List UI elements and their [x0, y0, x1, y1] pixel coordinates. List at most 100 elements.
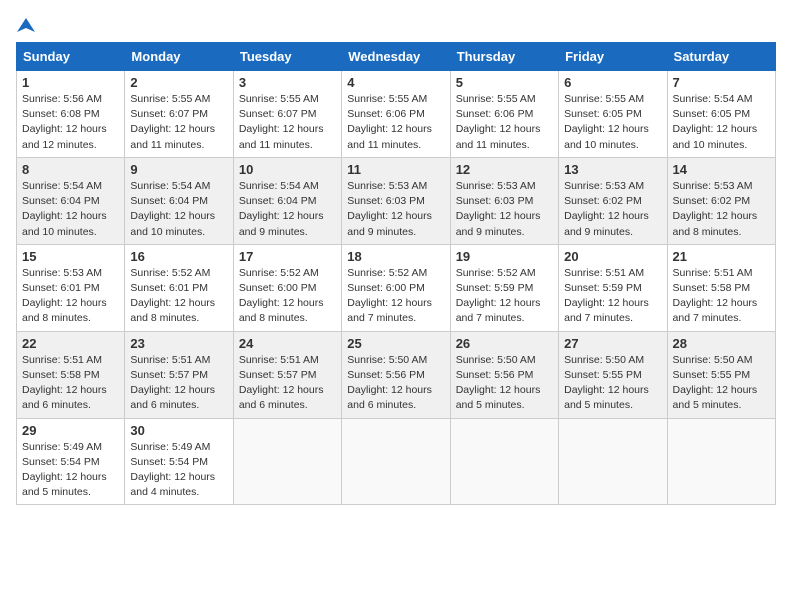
day-cell-23: 23 Sunrise: 5:51 AMSunset: 5:57 PMDaylig…	[125, 331, 233, 418]
calendar-week-1: 1 Sunrise: 5:56 AMSunset: 6:08 PMDayligh…	[17, 71, 776, 158]
day-number: 9	[130, 162, 227, 177]
day-info: Sunrise: 5:55 AMSunset: 6:06 PMDaylight:…	[347, 93, 432, 151]
day-number: 17	[239, 249, 336, 264]
day-cell-27: 27 Sunrise: 5:50 AMSunset: 5:55 PMDaylig…	[559, 331, 667, 418]
day-cell-15: 15 Sunrise: 5:53 AMSunset: 6:01 PMDaylig…	[17, 244, 125, 331]
day-number: 4	[347, 75, 444, 90]
day-number: 1	[22, 75, 119, 90]
day-number: 12	[456, 162, 553, 177]
empty-cell	[667, 418, 775, 505]
empty-cell	[233, 418, 341, 505]
day-number: 30	[130, 423, 227, 438]
day-cell-8: 8 Sunrise: 5:54 AMSunset: 6:04 PMDayligh…	[17, 157, 125, 244]
day-number: 20	[564, 249, 661, 264]
day-info: Sunrise: 5:50 AMSunset: 5:56 PMDaylight:…	[456, 354, 541, 412]
day-cell-14: 14 Sunrise: 5:53 AMSunset: 6:02 PMDaylig…	[667, 157, 775, 244]
day-number: 18	[347, 249, 444, 264]
day-cell-26: 26 Sunrise: 5:50 AMSunset: 5:56 PMDaylig…	[450, 331, 558, 418]
day-number: 5	[456, 75, 553, 90]
header-row: SundayMondayTuesdayWednesdayThursdayFrid…	[17, 43, 776, 71]
day-number: 22	[22, 336, 119, 351]
day-number: 21	[673, 249, 770, 264]
day-number: 2	[130, 75, 227, 90]
day-cell-19: 19 Sunrise: 5:52 AMSunset: 5:59 PMDaylig…	[450, 244, 558, 331]
day-cell-20: 20 Sunrise: 5:51 AMSunset: 5:59 PMDaylig…	[559, 244, 667, 331]
day-info: Sunrise: 5:52 AMSunset: 5:59 PMDaylight:…	[456, 267, 541, 325]
calendar-table: SundayMondayTuesdayWednesdayThursdayFrid…	[16, 42, 776, 505]
day-cell-21: 21 Sunrise: 5:51 AMSunset: 5:58 PMDaylig…	[667, 244, 775, 331]
day-number: 29	[22, 423, 119, 438]
calendar-week-4: 22 Sunrise: 5:51 AMSunset: 5:58 PMDaylig…	[17, 331, 776, 418]
day-cell-18: 18 Sunrise: 5:52 AMSunset: 6:00 PMDaylig…	[342, 244, 450, 331]
day-info: Sunrise: 5:55 AMSunset: 6:05 PMDaylight:…	[564, 93, 649, 151]
day-cell-28: 28 Sunrise: 5:50 AMSunset: 5:55 PMDaylig…	[667, 331, 775, 418]
day-number: 24	[239, 336, 336, 351]
day-number: 23	[130, 336, 227, 351]
day-number: 10	[239, 162, 336, 177]
day-cell-2: 2 Sunrise: 5:55 AMSunset: 6:07 PMDayligh…	[125, 71, 233, 158]
day-number: 15	[22, 249, 119, 264]
empty-cell	[342, 418, 450, 505]
column-header-sunday: Sunday	[17, 43, 125, 71]
day-info: Sunrise: 5:51 AMSunset: 5:59 PMDaylight:…	[564, 267, 649, 325]
day-cell-12: 12 Sunrise: 5:53 AMSunset: 6:03 PMDaylig…	[450, 157, 558, 244]
empty-cell	[559, 418, 667, 505]
day-number: 26	[456, 336, 553, 351]
day-info: Sunrise: 5:54 AMSunset: 6:04 PMDaylight:…	[239, 180, 324, 238]
day-cell-1: 1 Sunrise: 5:56 AMSunset: 6:08 PMDayligh…	[17, 71, 125, 158]
day-cell-9: 9 Sunrise: 5:54 AMSunset: 6:04 PMDayligh…	[125, 157, 233, 244]
day-number: 8	[22, 162, 119, 177]
day-info: Sunrise: 5:52 AMSunset: 6:01 PMDaylight:…	[130, 267, 215, 325]
day-number: 3	[239, 75, 336, 90]
column-header-saturday: Saturday	[667, 43, 775, 71]
day-number: 16	[130, 249, 227, 264]
day-cell-29: 29 Sunrise: 5:49 AMSunset: 5:54 PMDaylig…	[17, 418, 125, 505]
day-info: Sunrise: 5:51 AMSunset: 5:58 PMDaylight:…	[673, 267, 758, 325]
day-info: Sunrise: 5:53 AMSunset: 6:03 PMDaylight:…	[456, 180, 541, 238]
day-info: Sunrise: 5:56 AMSunset: 6:08 PMDaylight:…	[22, 93, 107, 151]
day-cell-24: 24 Sunrise: 5:51 AMSunset: 5:57 PMDaylig…	[233, 331, 341, 418]
column-header-tuesday: Tuesday	[233, 43, 341, 71]
day-cell-25: 25 Sunrise: 5:50 AMSunset: 5:56 PMDaylig…	[342, 331, 450, 418]
day-number: 28	[673, 336, 770, 351]
day-cell-30: 30 Sunrise: 5:49 AMSunset: 5:54 PMDaylig…	[125, 418, 233, 505]
day-info: Sunrise: 5:51 AMSunset: 5:57 PMDaylight:…	[239, 354, 324, 412]
day-info: Sunrise: 5:55 AMSunset: 6:06 PMDaylight:…	[456, 93, 541, 151]
day-info: Sunrise: 5:50 AMSunset: 5:55 PMDaylight:…	[673, 354, 758, 412]
day-cell-17: 17 Sunrise: 5:52 AMSunset: 6:00 PMDaylig…	[233, 244, 341, 331]
logo	[16, 16, 36, 34]
day-info: Sunrise: 5:53 AMSunset: 6:02 PMDaylight:…	[673, 180, 758, 238]
calendar-week-2: 8 Sunrise: 5:54 AMSunset: 6:04 PMDayligh…	[17, 157, 776, 244]
column-header-monday: Monday	[125, 43, 233, 71]
day-number: 14	[673, 162, 770, 177]
day-cell-22: 22 Sunrise: 5:51 AMSunset: 5:58 PMDaylig…	[17, 331, 125, 418]
day-info: Sunrise: 5:51 AMSunset: 5:57 PMDaylight:…	[130, 354, 215, 412]
day-cell-5: 5 Sunrise: 5:55 AMSunset: 6:06 PMDayligh…	[450, 71, 558, 158]
day-info: Sunrise: 5:50 AMSunset: 5:55 PMDaylight:…	[564, 354, 649, 412]
logo-bird-icon	[17, 16, 35, 34]
day-cell-7: 7 Sunrise: 5:54 AMSunset: 6:05 PMDayligh…	[667, 71, 775, 158]
calendar-week-5: 29 Sunrise: 5:49 AMSunset: 5:54 PMDaylig…	[17, 418, 776, 505]
day-number: 13	[564, 162, 661, 177]
day-info: Sunrise: 5:52 AMSunset: 6:00 PMDaylight:…	[239, 267, 324, 325]
day-cell-16: 16 Sunrise: 5:52 AMSunset: 6:01 PMDaylig…	[125, 244, 233, 331]
column-header-friday: Friday	[559, 43, 667, 71]
day-info: Sunrise: 5:52 AMSunset: 6:00 PMDaylight:…	[347, 267, 432, 325]
column-header-thursday: Thursday	[450, 43, 558, 71]
day-info: Sunrise: 5:51 AMSunset: 5:58 PMDaylight:…	[22, 354, 107, 412]
day-number: 27	[564, 336, 661, 351]
day-cell-6: 6 Sunrise: 5:55 AMSunset: 6:05 PMDayligh…	[559, 71, 667, 158]
day-info: Sunrise: 5:54 AMSunset: 6:05 PMDaylight:…	[673, 93, 758, 151]
day-cell-4: 4 Sunrise: 5:55 AMSunset: 6:06 PMDayligh…	[342, 71, 450, 158]
day-info: Sunrise: 5:54 AMSunset: 6:04 PMDaylight:…	[22, 180, 107, 238]
day-info: Sunrise: 5:49 AMSunset: 5:54 PMDaylight:…	[22, 441, 107, 499]
day-number: 11	[347, 162, 444, 177]
column-header-wednesday: Wednesday	[342, 43, 450, 71]
day-info: Sunrise: 5:53 AMSunset: 6:03 PMDaylight:…	[347, 180, 432, 238]
header	[16, 16, 776, 34]
day-number: 19	[456, 249, 553, 264]
day-number: 7	[673, 75, 770, 90]
day-info: Sunrise: 5:53 AMSunset: 6:01 PMDaylight:…	[22, 267, 107, 325]
day-info: Sunrise: 5:55 AMSunset: 6:07 PMDaylight:…	[130, 93, 215, 151]
day-info: Sunrise: 5:53 AMSunset: 6:02 PMDaylight:…	[564, 180, 649, 238]
